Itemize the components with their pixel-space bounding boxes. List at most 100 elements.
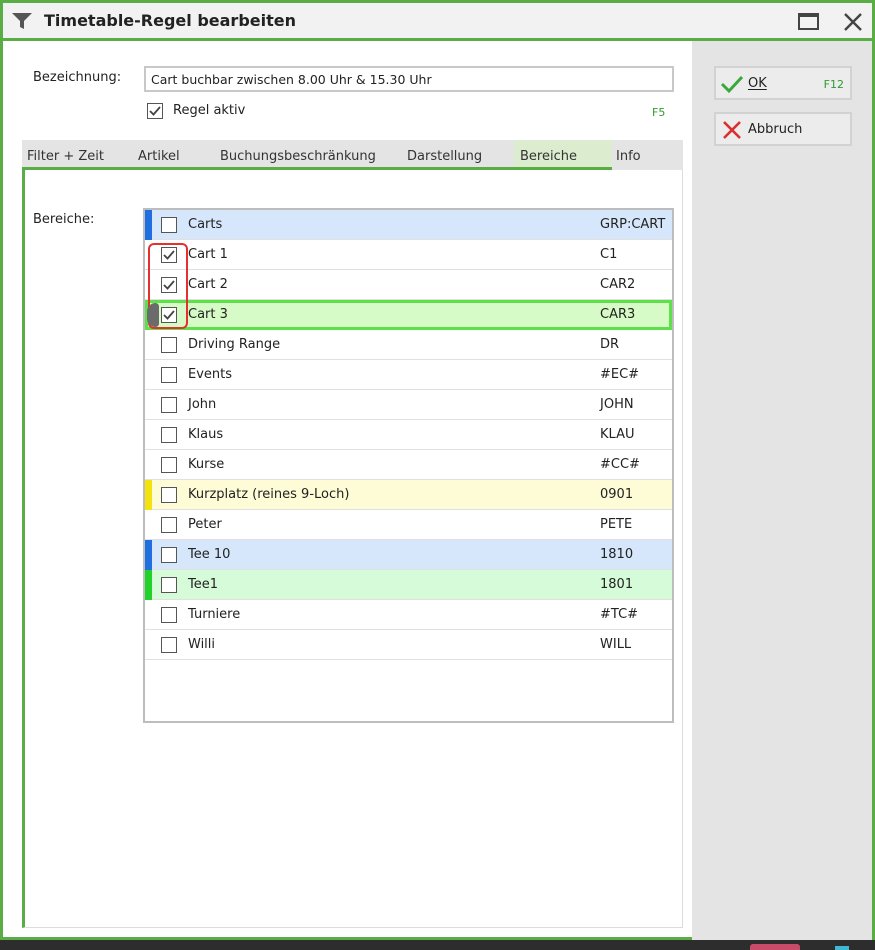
funnel-icon [11, 12, 33, 30]
area-name: Turniere [188, 607, 241, 622]
list-item[interactable]: Driving Range DR [145, 330, 672, 360]
name-label: Bezeichnung: [33, 70, 122, 85]
areas-label: Bereiche: [33, 212, 95, 227]
list-item[interactable]: Tee1 1801 [145, 570, 672, 600]
checkmark-icon [720, 75, 744, 94]
area-checkbox[interactable] [161, 637, 177, 653]
area-checkbox[interactable] [161, 277, 177, 293]
maximize-icon[interactable] [797, 10, 821, 34]
area-checkbox[interactable] [161, 457, 177, 473]
tab-artikel[interactable]: Artikel [132, 140, 214, 170]
area-checkbox[interactable] [161, 307, 177, 323]
cancel-button[interactable]: Abbruch [714, 112, 852, 146]
tab-label: Buchungsbeschränkung [220, 149, 376, 164]
taskbar [0, 940, 875, 950]
color-marker [145, 540, 152, 570]
area-name: Cart 3 [188, 307, 228, 322]
area-code: 0901 [600, 487, 634, 502]
close-icon[interactable] [841, 10, 865, 34]
area-code: #TC# [600, 607, 639, 622]
tab-label: Artikel [138, 149, 180, 164]
checkmark-icon [163, 310, 175, 320]
area-code: JOHN [600, 397, 634, 412]
area-code: C1 [600, 247, 618, 262]
list-item[interactable]: John JOHN [145, 390, 672, 420]
tab-label: Bereiche [520, 149, 577, 164]
checkmark-icon [163, 280, 175, 290]
tab-buchungsbeschraenkung[interactable]: Buchungsbeschränkung [214, 140, 401, 170]
area-name: Peter [188, 517, 222, 532]
taskbar-app-icon [835, 946, 849, 950]
area-name: John [188, 397, 217, 412]
area-name: Tee 10 [188, 547, 231, 562]
area-code: #EC# [600, 367, 640, 382]
area-checkbox[interactable] [161, 427, 177, 443]
list-item[interactable]: Cart 1 C1 [145, 240, 672, 270]
cancel-label: Abbruch [748, 122, 803, 137]
tab-filter-zeit[interactable]: Filter + Zeit [22, 140, 132, 170]
area-name: Kurzplatz (reines 9-Loch) [188, 487, 350, 502]
active-label: Regel aktiv [173, 103, 246, 118]
area-code: WILL [600, 637, 632, 652]
tab-info[interactable]: Info [612, 140, 683, 170]
list-item[interactable]: Cart 3 CAR3 [145, 300, 672, 330]
list-item[interactable]: Carts GRP:CART [145, 210, 672, 240]
area-checkbox[interactable] [161, 367, 177, 383]
areas-list[interactable]: Carts GRP:CART Cart 1 C1 Cart 2 CAR2 Cart 3 CAR… [143, 208, 674, 723]
area-code: #CC# [600, 457, 640, 472]
list-item[interactable]: Tee 10 1810 [145, 540, 672, 570]
tab-label: Filter + Zeit [27, 149, 104, 164]
list-item[interactable]: Turniere #TC# [145, 600, 672, 630]
list-item[interactable]: Kurzplatz (reines 9-Loch) 0901 [145, 480, 672, 510]
area-checkbox[interactable] [161, 577, 177, 593]
area-name: Kurse [188, 457, 225, 472]
area-name: Willi [188, 637, 216, 652]
x-icon [723, 121, 741, 139]
color-marker [145, 570, 152, 600]
name-input[interactable] [144, 66, 674, 92]
area-checkbox[interactable] [161, 337, 177, 353]
area-checkbox[interactable] [161, 517, 177, 533]
active-hotkey: F5 [652, 106, 666, 119]
window-title: Timetable-Regel bearbeiten [44, 11, 296, 30]
action-panel: OK F12 Abbruch [692, 41, 872, 940]
ok-label: OK [748, 76, 767, 91]
list-item[interactable]: Cart 2 CAR2 [145, 270, 672, 300]
ok-hotkey: F12 [823, 78, 844, 91]
color-marker [145, 480, 152, 510]
list-item[interactable]: Willi WILL [145, 630, 672, 660]
taskbar-app-icon [750, 944, 800, 950]
title-bar: Timetable-Regel bearbeiten [0, 0, 875, 41]
area-code: CAR2 [600, 277, 636, 292]
area-checkbox[interactable] [161, 397, 177, 413]
ok-button[interactable]: OK F12 [714, 66, 852, 100]
active-checkbox[interactable] [147, 103, 163, 119]
area-checkbox[interactable] [161, 247, 177, 263]
tab-darstellung[interactable]: Darstellung [401, 140, 514, 170]
area-code: GRP:CART [600, 217, 666, 232]
area-checkbox[interactable] [161, 607, 177, 623]
area-name: Cart 2 [188, 277, 228, 292]
list-item[interactable]: Peter PETE [145, 510, 672, 540]
area-name: Klaus [188, 427, 224, 442]
area-name: Cart 1 [188, 247, 228, 262]
list-item[interactable]: Events #EC# [145, 360, 672, 390]
area-checkbox[interactable] [161, 487, 177, 503]
checkmark-icon [163, 250, 175, 260]
area-name: Driving Range [188, 337, 281, 352]
area-code: PETE [600, 517, 633, 532]
list-item[interactable]: Kurse #CC# [145, 450, 672, 480]
tab-label: Info [616, 149, 641, 164]
area-checkbox[interactable] [161, 547, 177, 563]
tab-bereiche[interactable]: Bereiche [514, 140, 612, 170]
area-code: 1801 [600, 577, 634, 592]
list-item[interactable]: Klaus KLAU [145, 420, 672, 450]
area-code: CAR3 [600, 307, 636, 322]
area-code: DR [600, 337, 620, 352]
area-code: 1810 [600, 547, 634, 562]
area-checkbox[interactable] [161, 217, 177, 233]
tab-bar: Filter + Zeit Artikel Buchungsbeschränku… [22, 140, 683, 170]
color-marker [145, 210, 152, 240]
area-name: Tee1 [188, 577, 218, 592]
tab-label: Darstellung [407, 149, 483, 164]
